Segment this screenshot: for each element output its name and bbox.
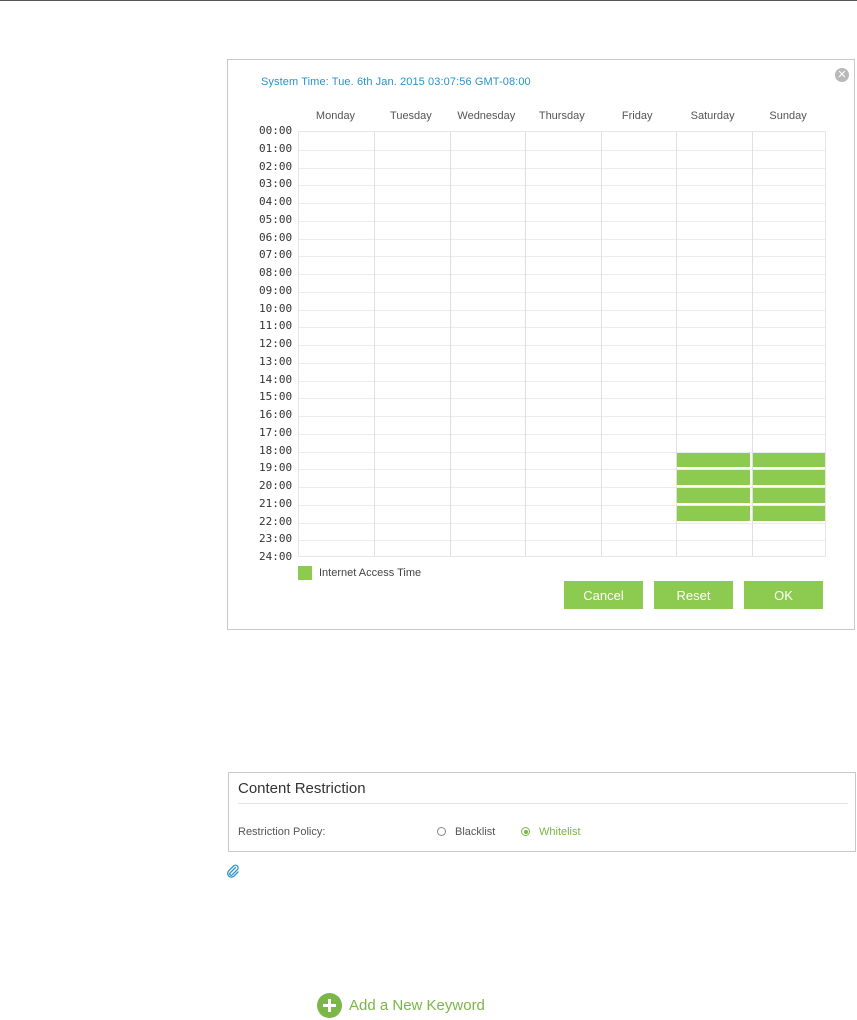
day-header-monday: Monday (315, 110, 356, 122)
access-time-cell[interactable] (752, 452, 825, 468)
hour-label: 00:00 (259, 124, 293, 137)
hour-label: 02:00 (259, 159, 293, 173)
grid-row-line (299, 416, 825, 417)
access-time-cell[interactable] (677, 505, 750, 521)
system-time: System Time: Tue. 6th Jan. 2015 03:07:56… (261, 76, 531, 88)
access-time-cell[interactable] (752, 470, 825, 485)
hour-label: 21:00 (259, 496, 293, 510)
grid-column-line (449, 132, 451, 556)
hour-label: 13:00 (259, 354, 293, 368)
day-header-saturday: Saturday (690, 110, 735, 122)
grid-row-line (299, 345, 825, 346)
blacklist-radio[interactable] (437, 827, 446, 836)
hour-label: 18:00 (259, 443, 293, 457)
access-time-cell[interactable] (752, 488, 825, 503)
hour-label: 07:00 (259, 248, 293, 262)
day-header-wednesday: Wednesday (457, 110, 516, 122)
grid-row-line (299, 398, 825, 400)
day-header-friday: Friday (621, 110, 653, 122)
restriction-policy-label: Restriction Policy: (238, 826, 326, 838)
panel-divider (238, 803, 848, 804)
grid-row-line (299, 309, 825, 311)
top-divider (0, 0, 857, 1)
legend-label: Internet Access Time (319, 567, 422, 579)
add-keyword-label: Add a New Keyword (349, 997, 485, 1014)
grid-column-line (600, 132, 602, 556)
legend-swatch (298, 566, 312, 580)
close-icon[interactable]: ✕ (835, 68, 849, 82)
grid-row-line (299, 167, 825, 169)
hour-label: 04:00 (259, 195, 293, 208)
grid-row-line (299, 327, 825, 329)
day-header-tuesday: Tuesday (390, 110, 432, 122)
hour-label: 03:00 (259, 177, 293, 191)
hour-label: 12:00 (259, 337, 293, 350)
grid-column-line (525, 132, 527, 556)
grid-row-line (299, 380, 825, 382)
access-time-cell[interactable] (677, 488, 750, 503)
grid-row-line (299, 362, 825, 364)
grid-row-line (299, 274, 825, 275)
grid-row-line (299, 540, 825, 542)
whitelist-label[interactable]: Whitelist (539, 826, 581, 838)
grid-row-line (299, 256, 825, 258)
cancel-button[interactable]: Cancel (564, 581, 643, 609)
hour-label: 08:00 (259, 266, 293, 279)
hour-label: 11:00 (259, 319, 293, 333)
hour-label: 10:00 (259, 301, 293, 315)
schedule-grid[interactable] (298, 131, 826, 557)
grid-column-line (374, 132, 376, 556)
grid-row-line (299, 149, 825, 151)
grid-row-line (299, 522, 825, 524)
grid-row-line (299, 433, 825, 435)
hour-label: 19:00 (259, 461, 293, 475)
hour-label: 06:00 (259, 230, 293, 244)
hour-label: 14:00 (259, 372, 293, 386)
hour-label: 22:00 (259, 514, 293, 528)
grid-row-line (299, 185, 825, 187)
access-time-cell[interactable] (677, 452, 750, 468)
hour-label: 15:00 (259, 390, 293, 404)
hour-label: 09:00 (259, 283, 293, 297)
day-header-thursday: Thursday (538, 110, 585, 122)
access-time-cell[interactable] (677, 470, 750, 485)
hour-label: 23:00 (259, 532, 293, 546)
hour-label: 17:00 (259, 425, 293, 439)
grid-row-line (299, 220, 825, 222)
ok-button[interactable]: OK (744, 581, 823, 609)
hour-label: 16:00 (259, 408, 293, 421)
hour-label: 05:00 (259, 212, 293, 226)
hour-label: 01:00 (259, 141, 293, 155)
paperclip-icon (227, 864, 239, 878)
grid-row-line (299, 203, 825, 204)
blacklist-label[interactable]: Blacklist (455, 826, 495, 838)
hour-label: 20:00 (259, 479, 293, 492)
access-time-cell[interactable] (752, 505, 825, 521)
content-restriction-panel: Content Restriction Restriction Policy: … (228, 772, 856, 852)
day-header-sunday: Sunday (769, 110, 807, 122)
plus-circle-icon (317, 993, 342, 1018)
time-schedule-dialog: System Time: Tue. 6th Jan. 2015 03:07:56… (227, 59, 855, 630)
grid-row-line (299, 238, 825, 240)
whitelist-radio[interactable] (521, 827, 530, 836)
hour-label: 24:00 (259, 550, 293, 563)
grid-row-line (299, 291, 825, 293)
reset-button[interactable]: Reset (654, 581, 733, 609)
panel-title: Content Restriction (238, 780, 366, 797)
